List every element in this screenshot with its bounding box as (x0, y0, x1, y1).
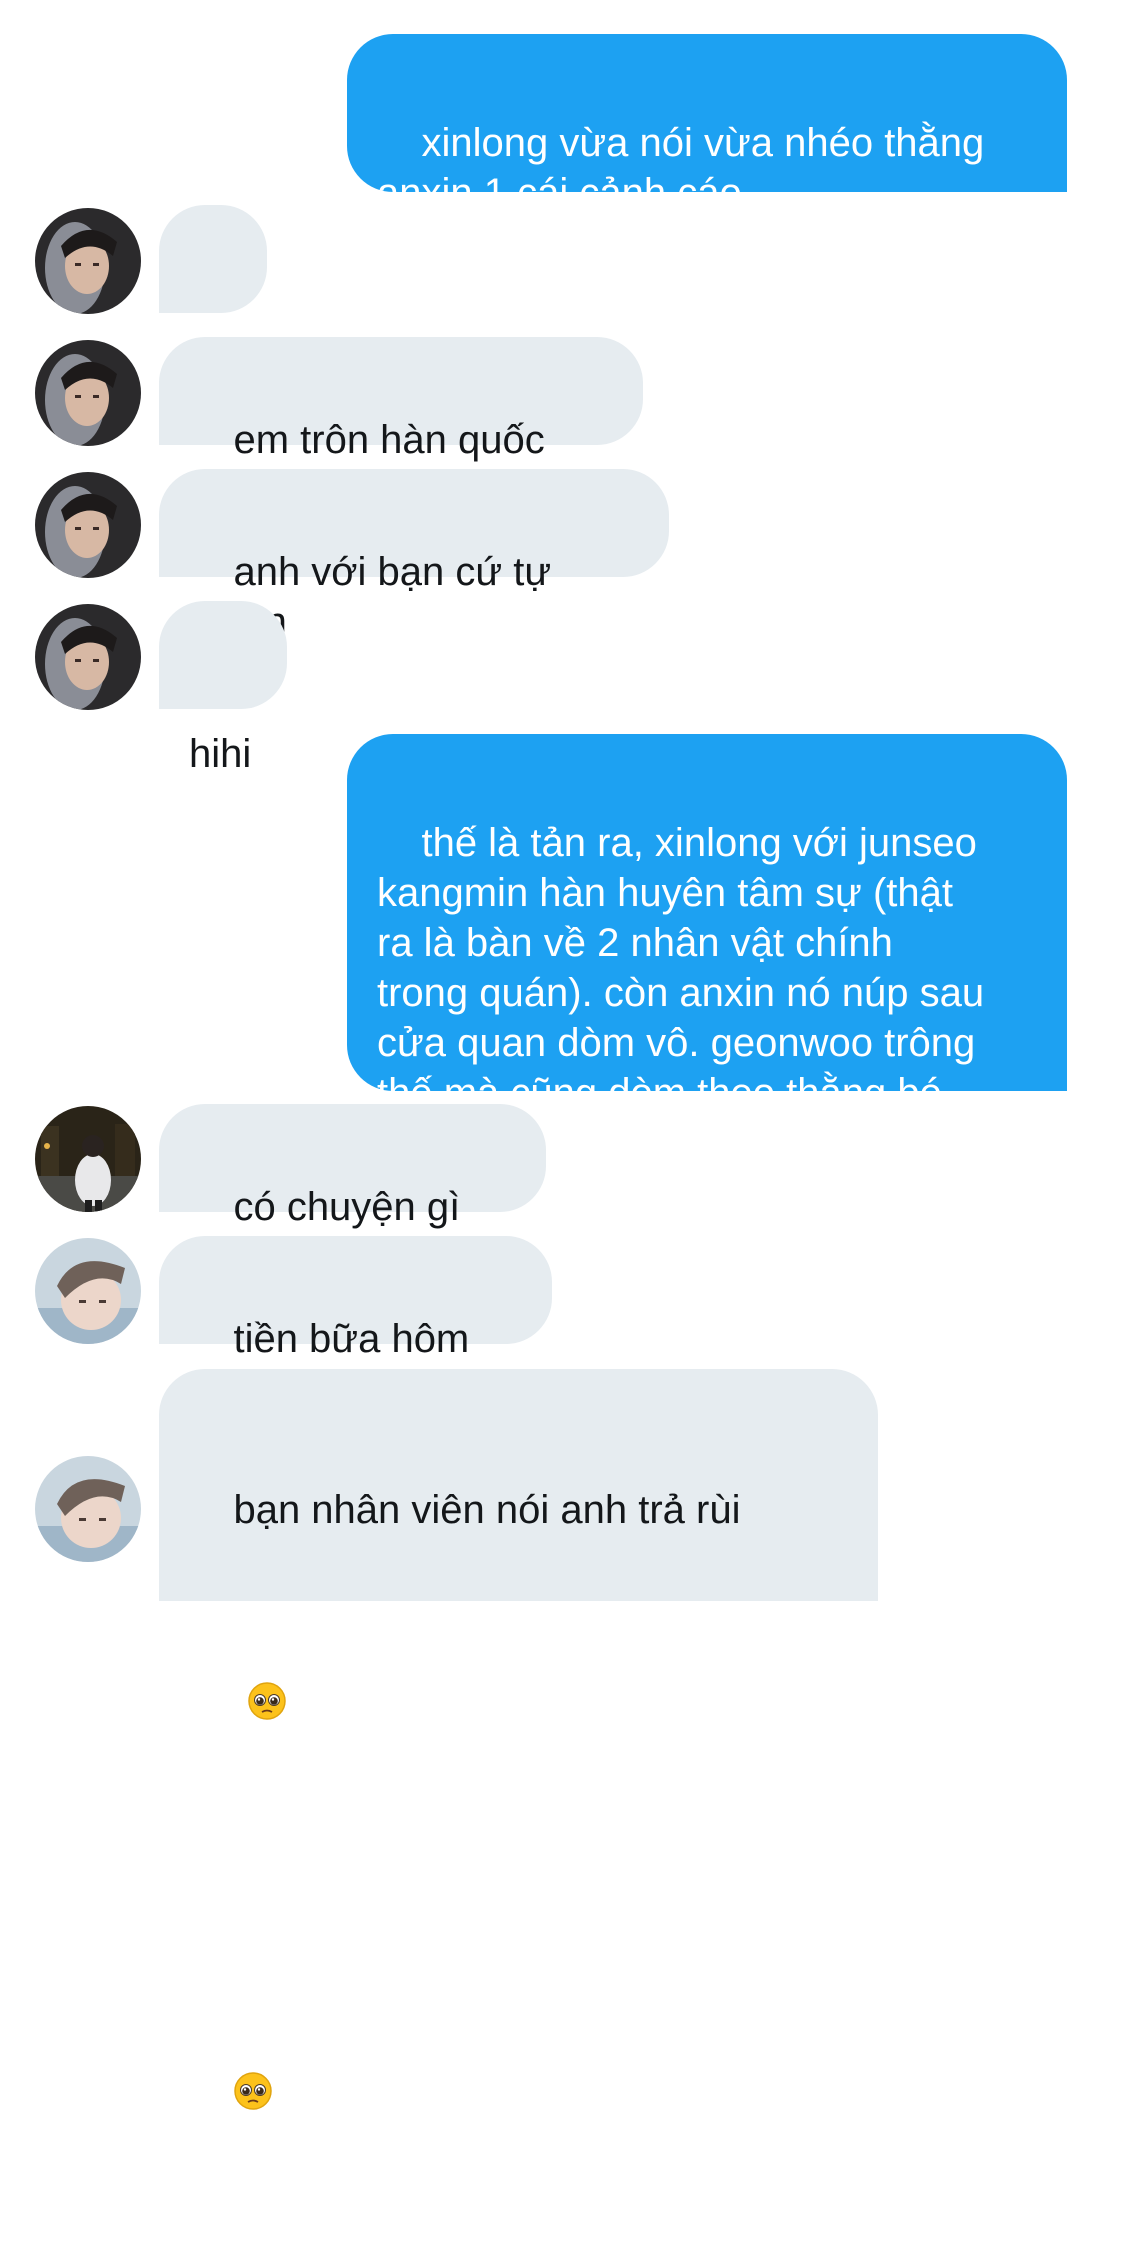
message-text: bạn nhân viên nói anh trả rùi (233, 1488, 741, 1532)
avatar-dark-hair-boy-icon (35, 340, 141, 446)
message-thread: xinlong vừa nói vừa nhéo thằng anxin 1 c… (0, 0, 1125, 2110)
avatar[interactable] (35, 208, 141, 314)
avatar-dark-hair-boy-icon (35, 208, 141, 314)
avatar-dark-hair-boy-icon (35, 604, 141, 710)
avatar-night-street-icon (35, 1106, 141, 1212)
message-text: xinlong vừa nói vừa nhéo thằng anxin 1 c… (377, 121, 985, 215)
pleading-face-emoji-icon (233, 1933, 273, 2110)
incoming-message-bubble[interactable]: hihi (159, 601, 287, 776)
message-text: hihi (189, 732, 252, 776)
incoming-message-bubble[interactable]: có chuyện gì nào (159, 1104, 546, 1279)
avatar[interactable] (35, 1238, 141, 1344)
incoming-message-bubble[interactable]: em trôn hàn quốc thôi (159, 337, 643, 512)
incoming-message-bubble[interactable]: dạ (159, 205, 267, 380)
avatar[interactable] (35, 340, 141, 446)
avatar-dark-hair-boy-icon (35, 472, 141, 578)
avatar[interactable] (35, 604, 141, 710)
outgoing-message-bubble[interactable]: xinlong vừa nói vừa nhéo thằng anxin 1 c… (347, 34, 1067, 215)
incoming-message-bubble[interactable]: bạn nhân viên nói anh trả rùi (159, 1369, 878, 2110)
avatar[interactable] (35, 1456, 141, 1562)
avatar[interactable] (35, 472, 141, 578)
incoming-message-bubble[interactable]: tiền bữa hôm nay (159, 1236, 552, 1411)
avatar-light-hair-boy-icon (35, 1238, 141, 1344)
message-text: thế là tản ra, xinlong với junseo kangmi… (377, 821, 985, 1115)
outgoing-message-bubble[interactable]: thế là tản ra, xinlong với junseo kangmi… (347, 734, 1067, 1115)
avatar-light-hair-boy-icon (35, 1456, 141, 1562)
pleading-face-emoji-icon (247, 1543, 287, 1720)
incoming-message-bubble[interactable]: anh với bạn cứ tự nhiên (159, 469, 669, 644)
avatar[interactable] (35, 1106, 141, 1212)
